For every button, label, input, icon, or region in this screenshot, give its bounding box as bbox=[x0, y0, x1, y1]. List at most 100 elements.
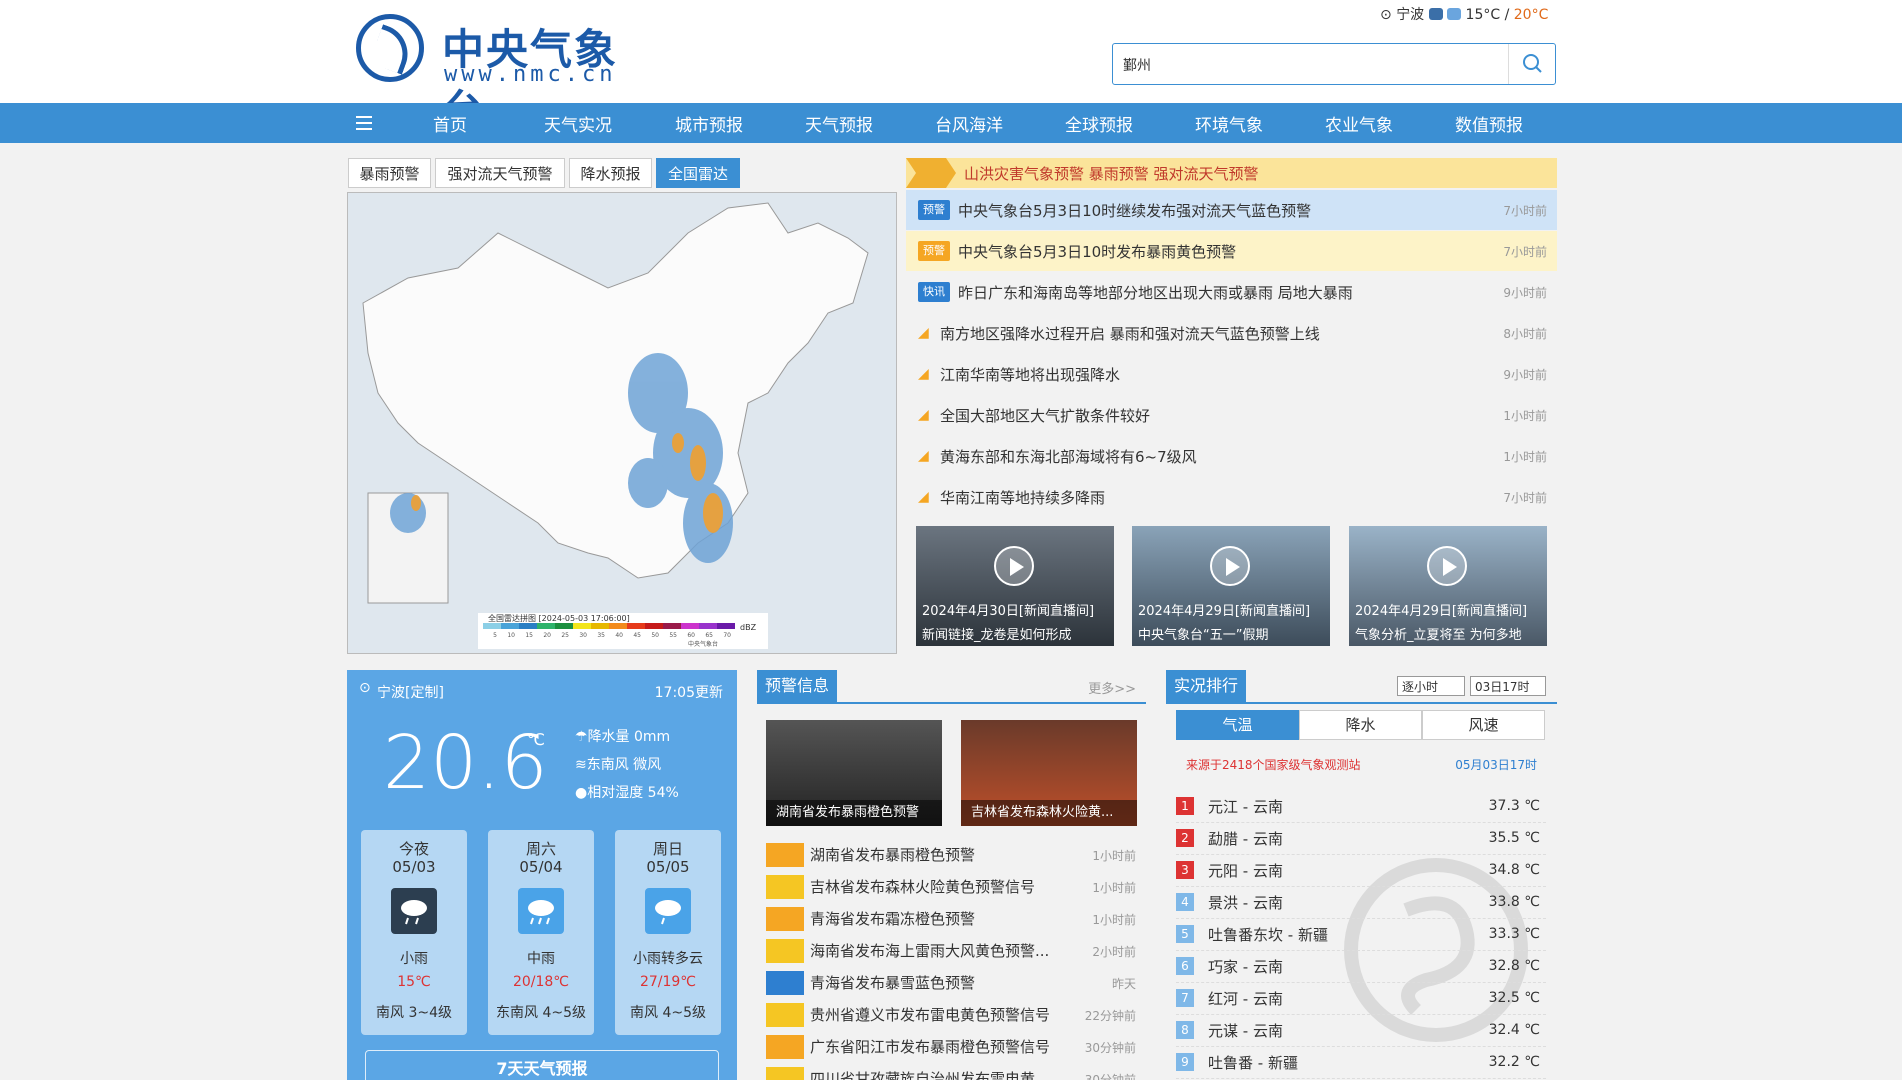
day-date: 05/04 bbox=[519, 858, 563, 876]
rank-number: 1 bbox=[1176, 797, 1194, 815]
video-title: 2024年4月29日[新闻直播间] bbox=[1138, 604, 1311, 619]
radar-map[interactable]: 全国雷达拼图 [2024-05-03 17:06:00] dBZ 5 10 15… bbox=[347, 192, 897, 654]
radar-legend-title: 全国雷达拼图 [2024-05-03 17:06:00] bbox=[488, 614, 630, 623]
news-item[interactable]: ◢ 华南江南等地持续多降雨 7小时前 bbox=[906, 477, 1557, 517]
warning-item[interactable]: 广东省阳江市发布暴雨橙色预警信号 30分钟前 bbox=[766, 1032, 1136, 1062]
warning-more-link[interactable]: 更多>> bbox=[1088, 678, 1136, 697]
warning-item[interactable]: 湖南省发布暴雨橙色预警 1小时前 bbox=[766, 840, 1136, 870]
forecast-day[interactable]: 今夜 05/03 小雨 15℃ 南风 3~4级 bbox=[361, 830, 467, 1035]
header-weather[interactable]: ⊙ 宁波 15°C / 20°C bbox=[1380, 4, 1548, 24]
ranking-row[interactable]: 3 元阳 - 云南 34.8 ℃ bbox=[1176, 854, 1546, 887]
news-title: 南方地区强降水过程开启 暴雨和强对流天气蓝色预警上线 bbox=[940, 325, 1320, 343]
video-card[interactable]: 2024年4月29日[新闻直播间] 气象分析_立夏将至 为何多地 bbox=[1349, 526, 1547, 646]
snowstorm-warning-icon bbox=[766, 971, 804, 995]
radar-legend-value: 30 bbox=[579, 632, 587, 639]
warning-item[interactable]: 吉林省发布森林火险黄色预警信号 1小时前 bbox=[766, 872, 1136, 902]
news-item[interactable]: 预警 中央气象台5月3日10时发布暴雨黄色预警 7小时前 bbox=[906, 231, 1557, 271]
warning-item[interactable]: 四川省甘孜藏族自治州发布雷电黄... 30分钟前 bbox=[766, 1064, 1136, 1080]
rank-number: 2 bbox=[1176, 829, 1194, 847]
news-item[interactable]: ◢ 南方地区强降水过程开启 暴雨和强对流天气蓝色预警上线 8小时前 bbox=[906, 313, 1557, 353]
nav-weather-forecast[interactable]: 天气预报 bbox=[805, 111, 873, 136]
station-name: 红河 - 云南 bbox=[1208, 990, 1283, 1008]
news-title: 全国大部地区大气扩散条件较好 bbox=[940, 407, 1151, 425]
nav-typhoon-ocean[interactable]: 台风海洋 bbox=[935, 111, 1003, 136]
warning-time: 1小时前 bbox=[1092, 849, 1136, 863]
ranking-row[interactable]: 2 勐腊 - 云南 35.5 ℃ bbox=[1176, 822, 1546, 855]
ranking-row[interactable]: 6 巧家 - 云南 32.8 ℃ bbox=[1176, 950, 1546, 983]
warning-image-caption: 湖南省发布暴雨橙色预警 bbox=[766, 800, 942, 826]
ranking-row[interactable]: 5 吐鲁番东坎 - 新疆 33.3 ℃ bbox=[1176, 918, 1546, 951]
nav-agriculture[interactable]: 农业气象 bbox=[1325, 111, 1393, 136]
radar-legend-value: 10 bbox=[507, 632, 515, 639]
radar-legend-unit: dBZ bbox=[740, 623, 757, 632]
menu-icon[interactable] bbox=[356, 115, 374, 131]
frost-warning-icon bbox=[766, 907, 804, 931]
broadcast-icon: ◢ bbox=[918, 407, 929, 423]
radar-legend-value: 70 bbox=[723, 632, 731, 639]
forecast-day[interactable]: 周日 05/05 小雨转多云 27/19℃ 南风 4~5级 bbox=[615, 830, 721, 1035]
nav-observation[interactable]: 天气实况 bbox=[544, 111, 612, 136]
nmc-logo[interactable]: 中央气象台 www.nmc.cn bbox=[356, 12, 646, 135]
ranking-date: 05月03日17时 bbox=[1455, 758, 1537, 772]
news-item[interactable]: 预警 中央气象台5月3日10时继续发布强对流天气蓝色预警 7小时前 bbox=[906, 190, 1557, 230]
station-name: 吐鲁番 - 新疆 bbox=[1208, 1054, 1298, 1072]
seven-day-forecast-button[interactable]: 7天天气预报 bbox=[365, 1050, 719, 1080]
nav-environment[interactable]: 环境气象 bbox=[1195, 111, 1263, 136]
forecast-day[interactable]: 周六 05/04 中雨 20/18℃ 东南风 4~5级 bbox=[488, 830, 594, 1035]
news-item[interactable]: ◢ 江南华南等地将出现强降水 9小时前 bbox=[906, 354, 1557, 394]
header-temp-high: 20°C bbox=[1513, 7, 1549, 23]
warning-image-card[interactable]: 湖南省发布暴雨橙色预警 bbox=[766, 720, 942, 826]
warning-text: 四川省甘孜藏族自治州发布雷电黄... bbox=[810, 1070, 1050, 1080]
news-title: 黄海东部和东海北部海域将有6~7级风 bbox=[940, 448, 1197, 466]
news-item[interactable]: ◢ 黄海东部和东海北部海域将有6~7级风 1小时前 bbox=[906, 436, 1557, 476]
tab-wind-speed[interactable]: 风速 bbox=[1422, 710, 1545, 740]
ranking-row[interactable]: 9 吐鲁番 - 新疆 32.2 ℃ bbox=[1176, 1046, 1546, 1079]
main-nav: 首页 天气实况 城市预报 天气预报 台风海洋 全球预报 环境气象 农业气象 数值… bbox=[0, 103, 1902, 143]
news-badge: 预警 bbox=[918, 241, 950, 261]
news-item[interactable]: 快讯 昨日广东和海南岛等地部分地区出现大雨或暴雨 局地大暴雨 9小时前 bbox=[906, 272, 1557, 312]
warning-section-title: 预警信息 bbox=[757, 670, 838, 702]
nav-city-forecast[interactable]: 城市预报 bbox=[675, 111, 743, 136]
nav-global-forecast[interactable]: 全球预报 bbox=[1065, 111, 1133, 136]
alert-ticker[interactable]: 山洪灾害气象预警 暴雨预警 强对流天气预警 bbox=[906, 158, 1557, 188]
warning-item[interactable]: 海南省发布海上雷雨大风黄色预警... 2小时前 bbox=[766, 936, 1136, 966]
ranking-row[interactable]: 7 红河 - 云南 32.5 ℃ bbox=[1176, 982, 1546, 1015]
tab-national-radar[interactable]: 全国雷达 bbox=[656, 158, 740, 188]
radar-source-note: 中央气象台 bbox=[688, 641, 719, 648]
rank-number: 3 bbox=[1176, 861, 1194, 879]
tab-precip-forecast[interactable]: 降水预报 bbox=[569, 158, 652, 188]
warning-text: 贵州省遵义市发布雷电黄色预警信号 bbox=[810, 1006, 1051, 1024]
nav-home[interactable]: 首页 bbox=[433, 111, 467, 136]
tab-rainstorm-warning[interactable]: 暴雨预警 bbox=[348, 158, 431, 188]
tab-convective-warning[interactable]: 强对流天气预警 bbox=[435, 158, 565, 188]
video-subtitle: 气象分析_立夏将至 为何多地 bbox=[1355, 628, 1522, 643]
ranking-row[interactable]: 8 元谋 - 云南 32.4 ℃ bbox=[1176, 1014, 1546, 1047]
tab-temperature[interactable]: 气温 bbox=[1176, 710, 1299, 740]
play-icon bbox=[1427, 546, 1467, 586]
news-time: 7小时前 bbox=[1503, 491, 1547, 505]
warning-image-card[interactable]: 吉林省发布森林火险黄... bbox=[961, 720, 1137, 826]
warning-item[interactable]: 青海省发布霜冻橙色预警 1小时前 bbox=[766, 904, 1136, 934]
video-card[interactable]: 2024年4月29日[新闻直播间] 中央气象台“五一”假期 bbox=[1132, 526, 1330, 646]
warning-item[interactable]: 贵州省遵义市发布雷电黄色预警信号 22分钟前 bbox=[766, 1000, 1136, 1030]
news-item[interactable]: ◢ 全国大部地区大气扩散条件较好 1小时前 bbox=[906, 395, 1557, 435]
video-card[interactable]: 2024年4月30日[新闻直播间] 新闻链接_龙卷是如何形成 bbox=[916, 526, 1114, 646]
warning-section-header: 预警信息 更多>> bbox=[757, 670, 1146, 704]
rank-number: 7 bbox=[1176, 989, 1194, 1007]
day-desc: 中雨 bbox=[527, 951, 555, 967]
ranking-row[interactable]: 1 元江 - 云南 37.3 ℃ bbox=[1176, 790, 1546, 823]
warning-item[interactable]: 青海省发布暴雪蓝色预警 昨天 bbox=[766, 968, 1136, 998]
search-button[interactable] bbox=[1508, 44, 1555, 84]
station-name: 元江 - 云南 bbox=[1208, 798, 1283, 816]
rank-number: 8 bbox=[1176, 1021, 1194, 1039]
warning-time: 30分钟前 bbox=[1084, 1041, 1136, 1055]
local-city[interactable]: 宁波[定制] bbox=[377, 682, 444, 702]
nav-numerical[interactable]: 数值预报 bbox=[1455, 111, 1523, 136]
search-input[interactable] bbox=[1121, 52, 1485, 78]
station-value: 32.8 ℃ bbox=[1488, 958, 1540, 974]
rainstorm-warning-icon bbox=[766, 1035, 804, 1059]
humidity: ●相对湿度 54% bbox=[575, 782, 679, 802]
tab-precipitation[interactable]: 降水 bbox=[1299, 710, 1422, 740]
station-name: 吐鲁番东坎 - 新疆 bbox=[1208, 926, 1328, 944]
ranking-row[interactable]: 4 景洪 - 云南 33.8 ℃ bbox=[1176, 886, 1546, 919]
